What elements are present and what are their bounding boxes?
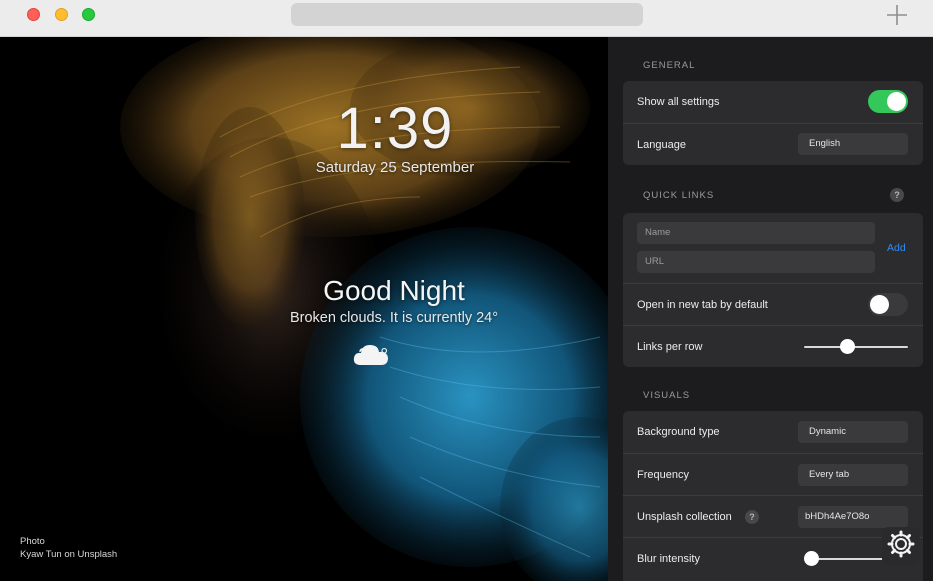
weather-widget: 24°	[352, 339, 472, 373]
frequency-label: Frequency	[637, 468, 689, 481]
language-label: Language	[637, 138, 686, 151]
greeting: Good Night	[323, 275, 465, 306]
show-all-settings-toggle[interactable]	[868, 90, 908, 113]
photo-credit[interactable]: Photo Kyaw Tun on Unsplash	[20, 535, 117, 561]
unsplash-collection-label: Unsplash collection	[637, 510, 732, 523]
link-url-input[interactable]: URL	[637, 251, 875, 273]
frequency-select[interactable]: Every tab	[798, 464, 908, 486]
background-photo: 1:39 Saturday 25 September Good Night Br…	[0, 37, 608, 581]
quick-links-card: Name URL Add Open in new tab by default …	[623, 213, 923, 367]
close-window-button[interactable]	[27, 8, 40, 21]
show-all-settings-label: Show all settings	[637, 96, 720, 108]
section-title-visuals: VISUALS	[643, 390, 691, 401]
links-per-row-label: Links per row	[637, 340, 703, 353]
new-tab-toggle[interactable]	[868, 293, 908, 316]
settings-button[interactable]	[882, 527, 920, 565]
language-select[interactable]: English	[798, 133, 908, 155]
section-title-general: GENERAL	[643, 60, 696, 71]
quick-links-help-icon[interactable]: ?	[890, 188, 904, 202]
blur-intensity-label: Blur intensity	[637, 552, 700, 565]
plus-icon[interactable]	[884, 2, 910, 28]
visuals-card: Background type Dynamic Frequency Every …	[623, 411, 923, 581]
show-all-settings-row: Show all settings	[623, 81, 923, 123]
blur-intensity-row: Blur intensity	[623, 537, 923, 579]
background-type-row: Background type Dynamic	[623, 411, 923, 453]
settings-panel: GENERAL Show all settings Language Engli…	[608, 37, 933, 581]
minimize-window-button[interactable]	[55, 8, 68, 21]
credit-author[interactable]: Kyaw Tun on Unsplash	[20, 548, 117, 561]
background-type-label: Background type	[637, 426, 720, 438]
blur-intensity-slider-thumb[interactable]	[803, 551, 819, 566]
credit-label: Photo	[20, 536, 45, 547]
unsplash-collection-row: Unsplash collection ? bHDh4Ae7O8o	[623, 495, 923, 537]
links-per-row-slider-thumb[interactable]	[840, 339, 856, 354]
collection-help-icon[interactable]: ?	[745, 510, 759, 524]
links-per-row-slider[interactable]	[804, 346, 908, 348]
new-tab-label: Open in new tab by default	[637, 298, 768, 311]
language-row: Language English	[623, 123, 923, 165]
gear-icon	[887, 530, 915, 563]
window-titlebar	[0, 0, 933, 37]
add-link-button[interactable]: Add	[887, 242, 906, 254]
section-title-quick-links: QUICK LINKS	[643, 190, 715, 201]
weather-description: Broken clouds. It is currently 24°	[289, 310, 499, 326]
clock: 1:39	[336, 96, 454, 161]
zoom-window-button[interactable]	[82, 8, 95, 21]
links-per-row-row: Links per row	[623, 325, 923, 367]
new-tab-row: Open in new tab by default	[623, 283, 923, 325]
link-name-input[interactable]: Name	[637, 222, 875, 244]
date-label: Saturday 25 September	[315, 159, 475, 176]
address-bar[interactable]	[291, 3, 643, 26]
frequency-row: Frequency Every tab	[623, 453, 923, 495]
general-card: Show all settings Language English	[623, 81, 923, 165]
background-type-select[interactable]: Dynamic	[798, 421, 908, 443]
unsplash-collection-input[interactable]: bHDh4Ae7O8o	[798, 506, 908, 528]
